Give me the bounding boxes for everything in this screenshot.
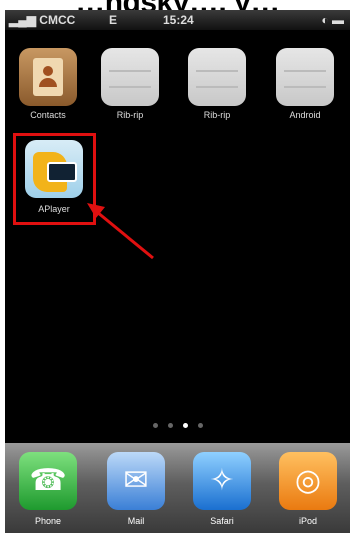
page-indicator[interactable]	[5, 423, 350, 428]
phone-icon: ☎	[29, 464, 67, 497]
dock-label: Safari	[210, 516, 234, 526]
dock-label: Phone	[34, 516, 62, 526]
dock: ☎ Phone ✉ Mail ✧ Safari ◎ iPod	[5, 443, 350, 533]
mail-icon: ✉	[123, 464, 149, 497]
ipod-icon: ◎	[294, 464, 322, 497]
dock-phone[interactable]: ☎	[19, 452, 77, 510]
dock-ipod[interactable]: ◎	[279, 452, 337, 510]
dock-label: iPod	[298, 516, 317, 526]
dock-label: Mail	[127, 516, 145, 526]
dock-safari[interactable]: ✧	[193, 452, 251, 510]
phone-screen: ▂▄▆ CMCC E 15:24 ◐ ▬ Contacts Rib-rip Ri…	[5, 10, 350, 533]
safari-icon: ✧	[209, 464, 235, 497]
dock-mail[interactable]: ✉	[107, 452, 165, 510]
